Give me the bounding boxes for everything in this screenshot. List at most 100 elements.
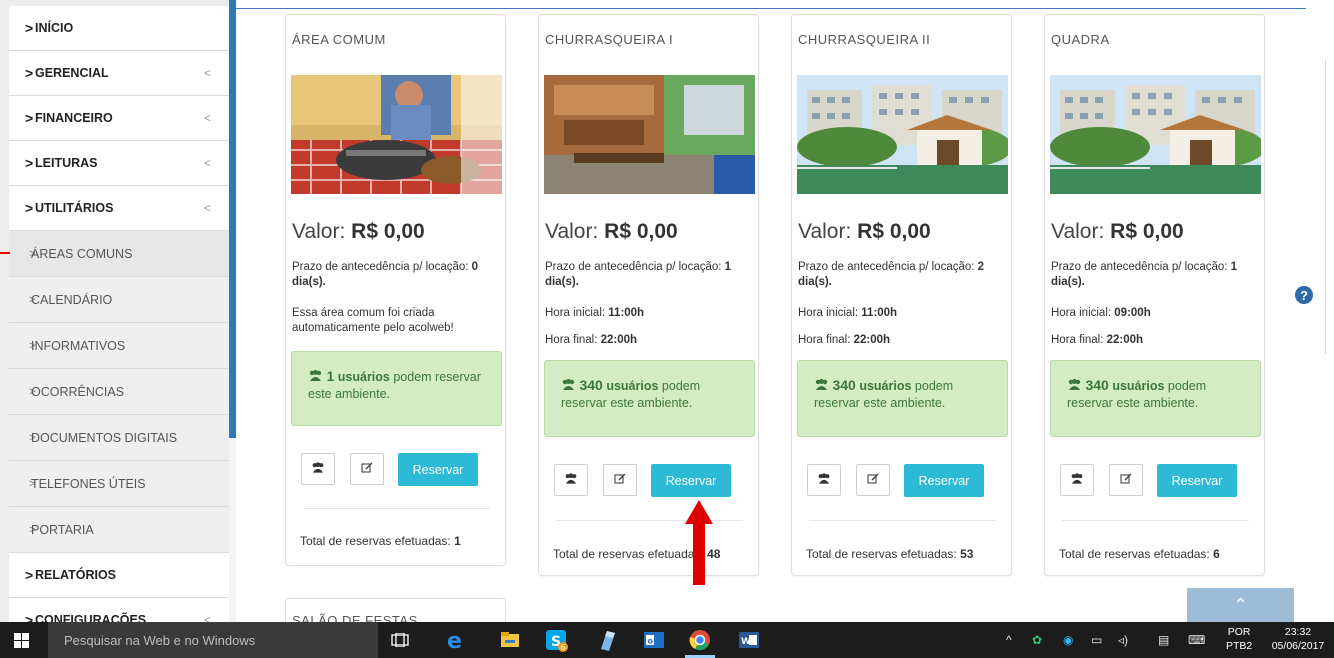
prazo-unit: dia(s). bbox=[1051, 276, 1085, 288]
skype-icon[interactable]: S6 bbox=[545, 628, 569, 652]
card-prazo: Prazo de antecedência p/ locação: 1 dia(s… bbox=[545, 260, 757, 290]
sidebar-item-3[interactable]: > FINANCEIRO < bbox=[9, 96, 229, 141]
sidebar-item-2[interactable]: > GERENCIAL < bbox=[9, 51, 229, 96]
windows-start-icon[interactable] bbox=[14, 633, 30, 648]
card-hora-final: Hora final: 22:00h bbox=[798, 333, 1010, 348]
language-indicator[interactable]: POR PTB2 bbox=[1226, 625, 1252, 653]
reservar-button[interactable]: Reservar bbox=[904, 464, 984, 497]
card-price: Valor: R$ 0,00 bbox=[292, 220, 425, 244]
system-clock[interactable]: 23:32 05/06/2017 bbox=[1266, 625, 1330, 653]
chevron-right-icon: > bbox=[25, 65, 34, 81]
prazo-unit: dia(s). bbox=[545, 276, 579, 288]
area-card: CHURRASQUEIRA II Valor: R$ 0,00 Prazo de a… bbox=[791, 14, 1012, 576]
sidebar-item-12[interactable]: > PORTARIA bbox=[9, 507, 229, 553]
windows-taskbar: Pesquisar na Web e no Windows e S6 o W ^… bbox=[0, 622, 1334, 658]
sidebar-item-label: INFORMATIVOS bbox=[31, 338, 126, 353]
sidebar-item-label: DOCUMENTOS DIGITAIS bbox=[31, 430, 178, 445]
clock-date: 05/06/2017 bbox=[1271, 640, 1325, 652]
area-photo bbox=[1050, 75, 1261, 194]
svg-text:o: o bbox=[648, 637, 654, 646]
sidebar-item-13[interactable]: > RELATÓRIOS bbox=[9, 553, 229, 598]
action-center-icon[interactable]: ▤ bbox=[1158, 633, 1169, 647]
notes-app-icon[interactable] bbox=[596, 628, 620, 652]
card-prazo: Prazo de antecedência p/ locação: 0 dia(s… bbox=[292, 260, 504, 290]
chevron-left-icon: < bbox=[203, 156, 211, 170]
sidebar-item-label: ÁREAS COMUNS bbox=[31, 246, 133, 261]
users-word: usuários bbox=[606, 379, 659, 393]
prazo-label: Prazo de antecedência p/ locação: bbox=[1051, 261, 1228, 273]
word-icon[interactable]: W bbox=[737, 628, 761, 652]
card-title: CHURRASQUEIRA II bbox=[798, 32, 931, 47]
chrome-icon[interactable] bbox=[688, 628, 712, 652]
tray-app-icon[interactable]: ✿ bbox=[1032, 633, 1042, 647]
users-button[interactable] bbox=[807, 464, 841, 496]
edit-icon bbox=[361, 462, 373, 477]
sidebar-item-10[interactable]: > DOCUMENTOS DIGITAIS bbox=[9, 415, 229, 461]
edge-browser-icon[interactable]: e bbox=[443, 628, 467, 652]
users-word: usuários bbox=[337, 370, 390, 384]
users-button[interactable] bbox=[301, 453, 335, 485]
tray-expand-icon[interactable]: ^ bbox=[1006, 633, 1012, 647]
card-hora-final: Hora final: 22:00h bbox=[1051, 333, 1263, 348]
reservar-button[interactable]: Reservar bbox=[1157, 464, 1237, 497]
sidebar-item-9[interactable]: > OCORRÊNCIAS bbox=[9, 369, 229, 415]
sidebar-item-14[interactable]: > CONFIGURAÇÕES < bbox=[9, 598, 229, 622]
sidebar-item-label: UTILITÁRIOS bbox=[35, 201, 114, 215]
clock-time: 23:32 bbox=[1284, 626, 1312, 638]
sidebar-item-label: CALENDÁRIO bbox=[31, 292, 113, 307]
sidebar-scroll-track bbox=[229, 438, 236, 622]
price-value: R$ 0,00 bbox=[604, 220, 678, 243]
card-divider bbox=[556, 520, 743, 521]
users-icon bbox=[564, 473, 578, 487]
card-price: Valor: R$ 0,00 bbox=[545, 220, 678, 244]
users-button[interactable] bbox=[1060, 464, 1094, 496]
keyboard-icon[interactable]: ⌨ bbox=[1188, 633, 1205, 647]
task-view-icon[interactable] bbox=[388, 628, 412, 652]
hora-final-label: Hora final: bbox=[798, 334, 851, 346]
chevron-right-icon: > bbox=[25, 110, 34, 126]
sidebar-item-1[interactable]: > INÍCIO bbox=[9, 6, 229, 51]
hora-final-value: 22:00h bbox=[853, 334, 891, 346]
hora-inicial-label: Hora inicial: bbox=[1051, 307, 1112, 319]
total-label: Total de reservas efetuadas: bbox=[300, 534, 451, 548]
chevron-right-icon: > bbox=[29, 477, 36, 490]
taskbar-search-placeholder: Pesquisar na Web e no Windows bbox=[64, 633, 256, 648]
area-photo bbox=[797, 75, 1008, 194]
chevron-right-icon: > bbox=[29, 247, 36, 260]
svg-text:W: W bbox=[741, 637, 751, 647]
sidebar-item-8[interactable]: > INFORMATIVOS bbox=[9, 323, 229, 369]
help-icon[interactable]: ? bbox=[1295, 286, 1313, 304]
reservar-button[interactable]: Reservar bbox=[398, 453, 478, 486]
chevron-up-icon: ⌃ bbox=[1232, 594, 1249, 615]
tray-sync-icon[interactable]: ◉ bbox=[1063, 633, 1073, 647]
prazo-unit: dia(s). bbox=[292, 276, 326, 288]
sidebar-item-5[interactable]: > UTILITÁRIOS < bbox=[9, 186, 229, 231]
svg-text:e: e bbox=[447, 629, 462, 651]
sidebar-item-11[interactable]: > TELEFONES ÚTEIS bbox=[9, 461, 229, 507]
card-price: Valor: R$ 0,00 bbox=[798, 220, 931, 244]
users-count: 340 bbox=[579, 377, 603, 393]
chevron-right-icon: > bbox=[25, 155, 34, 171]
chevron-right-icon: > bbox=[29, 339, 36, 352]
total-label: Total de reservas efetuadas: bbox=[553, 547, 704, 561]
price-value: R$ 0,00 bbox=[351, 220, 425, 243]
chevron-right-icon: > bbox=[29, 293, 36, 306]
edit-button[interactable] bbox=[603, 464, 637, 496]
users-button[interactable] bbox=[554, 464, 588, 496]
price-value: R$ 0,00 bbox=[857, 220, 931, 243]
sidebar-item-4[interactable]: > LEITURAS < bbox=[9, 141, 229, 186]
edit-button[interactable] bbox=[350, 453, 384, 485]
file-explorer-icon[interactable] bbox=[498, 628, 522, 652]
reservar-button[interactable]: Reservar bbox=[651, 464, 731, 497]
edit-button[interactable] bbox=[1109, 464, 1143, 496]
sidebar-item-label: OCORRÊNCIAS bbox=[31, 384, 125, 399]
users-count: 340 bbox=[1085, 377, 1109, 393]
sidebar-scrollbar[interactable] bbox=[229, 0, 236, 438]
sidebar-item-7[interactable]: > CALENDÁRIO bbox=[9, 277, 229, 323]
scroll-top-button[interactable]: ⌃ bbox=[1187, 588, 1294, 622]
outlook-icon[interactable]: o bbox=[642, 628, 666, 652]
volume-icon[interactable]: ◃) bbox=[1118, 633, 1128, 647]
sidebar-item-6[interactable]: > ÁREAS COMUNS bbox=[9, 231, 229, 277]
edit-button[interactable] bbox=[856, 464, 890, 496]
battery-icon[interactable]: ▭ bbox=[1091, 633, 1102, 647]
